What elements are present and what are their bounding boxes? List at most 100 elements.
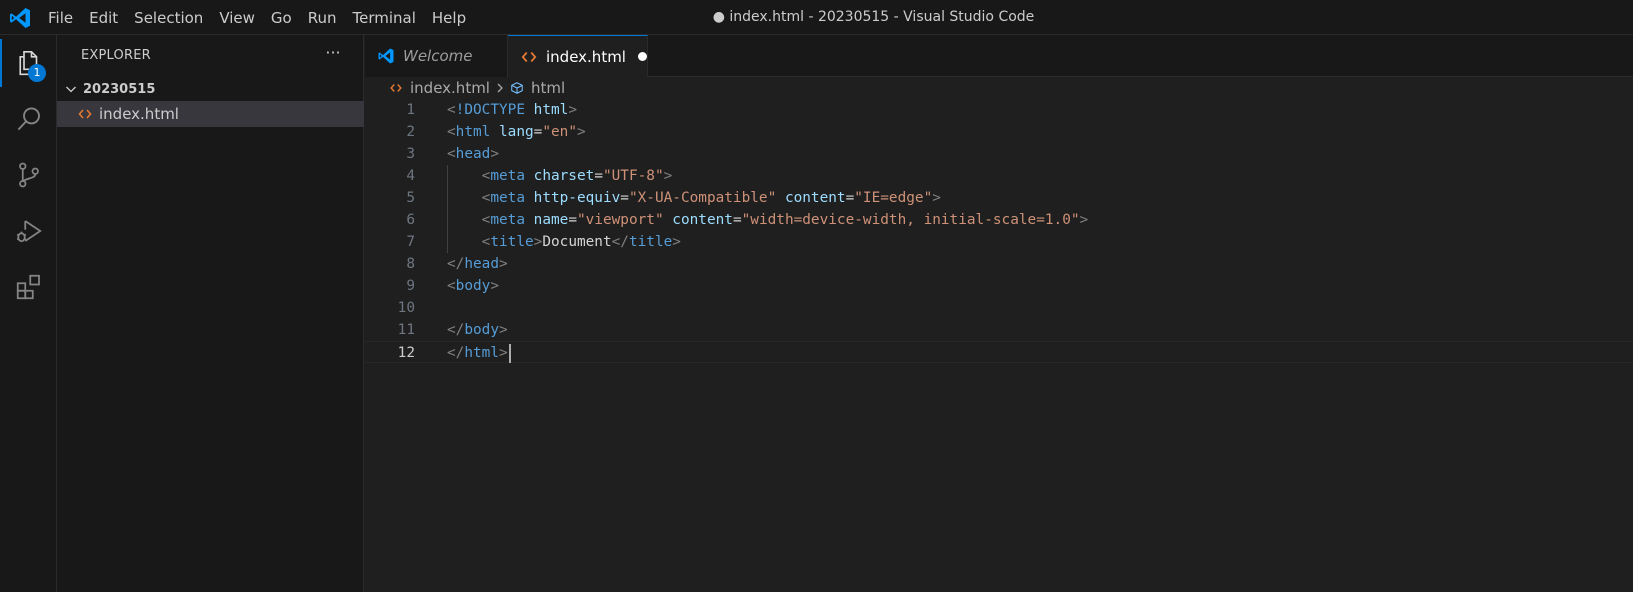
code-token: > xyxy=(576,124,586,140)
breadcrumb: index.html html xyxy=(365,77,1633,99)
activity-run-debug[interactable] xyxy=(0,203,57,259)
code-line[interactable]: 5 <meta http-equiv="X-UA-Compatible" con… xyxy=(365,187,1633,209)
code-token: </ xyxy=(447,322,465,338)
code-token: > xyxy=(663,168,673,184)
line-content: </html> xyxy=(447,342,511,364)
chevron-right-icon xyxy=(497,83,503,93)
menu-go[interactable]: Go xyxy=(263,6,300,30)
html-file-icon xyxy=(78,109,92,119)
code-token: "viewport" xyxy=(576,212,664,228)
folder-name: 20230515 xyxy=(83,81,156,97)
code-line[interactable]: 2 <html lang="en"> xyxy=(365,121,1633,143)
code-line[interactable]: 6 <meta name="viewport" content="width=d… xyxy=(365,209,1633,231)
breadcrumb-file[interactable]: index.html xyxy=(410,79,490,97)
code-token: </ xyxy=(447,345,465,361)
code-token: body xyxy=(464,322,499,338)
code-token: "width=device-width, initial-scale=1.0" xyxy=(741,212,1080,228)
activity-source-control[interactable] xyxy=(0,147,57,203)
code-token: > xyxy=(932,190,941,206)
menu-bar: File Edit Selection View Go Run Terminal… xyxy=(40,0,474,35)
code-token: > xyxy=(498,256,508,272)
code-token: "en" xyxy=(542,124,577,140)
html-file-icon xyxy=(521,51,537,62)
line-number: 4 xyxy=(406,168,415,184)
code-token: </ xyxy=(447,256,465,272)
line-content: </body> xyxy=(447,319,508,341)
code-token: meta xyxy=(490,212,525,228)
activity-explorer[interactable]: 1 xyxy=(0,35,57,91)
activity-extensions[interactable] xyxy=(0,259,57,315)
code-token: name xyxy=(533,212,569,228)
vscode-logo-icon xyxy=(378,48,394,64)
code-token: "X-UA-Compatible" xyxy=(628,190,777,206)
code-line[interactable]: 4 <meta charset="UTF-8"> xyxy=(365,165,1633,187)
line-content: <head> xyxy=(447,143,499,165)
code-token: "UTF-8" xyxy=(602,168,664,184)
tab-index-html[interactable]: index.html xyxy=(508,35,648,77)
menu-run[interactable]: Run xyxy=(300,6,345,30)
code-line[interactable]: 12 </html> xyxy=(365,341,1633,363)
code-editor[interactable]: 1 <!DOCTYPE html> 2 <html lang="en"> 3 <head>… xyxy=(365,99,1633,592)
code-token: > xyxy=(498,322,508,338)
line-number: 1 xyxy=(406,102,415,118)
text-cursor xyxy=(508,343,511,363)
line-content: <meta name="viewport" content="width=dev… xyxy=(447,209,1089,231)
line-content: <title>Document</title> xyxy=(447,231,681,253)
line-number: 8 xyxy=(406,256,415,272)
code-token: = xyxy=(732,212,742,228)
tab-welcome[interactable]: Welcome xyxy=(365,35,508,77)
code-token: > xyxy=(568,102,577,118)
breadcrumb-symbol[interactable]: html xyxy=(531,79,565,97)
extensions-icon xyxy=(16,274,40,300)
line-number: 7 xyxy=(406,234,415,250)
explorer-sidebar: EXPLORER ··· 20230515 index.html xyxy=(57,35,364,592)
code-line[interactable]: 1 <!DOCTYPE html> xyxy=(365,99,1633,121)
code-token: = xyxy=(568,212,577,228)
html-file-icon xyxy=(390,84,402,92)
menu-file[interactable]: File xyxy=(40,6,81,30)
code-token: Document xyxy=(542,234,612,250)
activity-search[interactable] xyxy=(0,91,57,147)
menu-selection[interactable]: Selection xyxy=(126,6,211,30)
line-number: 2 xyxy=(406,124,415,140)
line-number: 6 xyxy=(406,212,415,228)
menu-terminal[interactable]: Terminal xyxy=(345,6,424,30)
code-token: </ xyxy=(611,234,629,250)
file-row-index-html[interactable]: index.html xyxy=(57,101,364,127)
chevron-down-icon xyxy=(66,86,76,93)
tab-label: Welcome xyxy=(403,47,473,65)
line-content: <meta charset="UTF-8"> xyxy=(447,165,673,187)
menu-view[interactable]: View xyxy=(211,6,263,30)
editor-area: Welcome index.html index.html html 1 <!DO… xyxy=(365,35,1633,592)
code-line[interactable]: 7 <title>Document</title> xyxy=(365,231,1633,253)
line-number: 11 xyxy=(397,322,415,338)
code-line[interactable]: 10 xyxy=(365,297,1633,319)
code-token: meta xyxy=(490,168,525,184)
source-control-icon xyxy=(18,162,39,188)
vscode-logo-icon[interactable] xyxy=(8,6,32,30)
code-token: > xyxy=(672,234,681,250)
menu-edit[interactable]: Edit xyxy=(81,6,126,30)
menu-help[interactable]: Help xyxy=(424,6,474,30)
unsaved-dot-icon[interactable] xyxy=(637,52,647,61)
code-token: = xyxy=(594,168,603,184)
more-actions-button[interactable]: ··· xyxy=(321,43,345,67)
folder-row[interactable]: 20230515 xyxy=(57,78,364,100)
code-token: > xyxy=(490,278,499,294)
tab-label: index.html xyxy=(546,47,626,66)
code-line[interactable]: 9 <body> xyxy=(365,275,1633,297)
code-line[interactable]: 11 </body> xyxy=(365,319,1633,341)
title-bar: File Edit Selection View Go Run Terminal… xyxy=(0,0,1633,35)
code-line[interactable]: 8 </head> xyxy=(365,253,1633,275)
code-token: !DOCTYPE xyxy=(455,102,525,118)
code-token: < xyxy=(447,102,456,118)
line-content: <html lang="en"> xyxy=(447,121,586,143)
code-line[interactable]: 3 <head> xyxy=(365,143,1633,165)
code-token: head xyxy=(464,256,499,272)
code-token: title xyxy=(490,234,534,250)
sidebar-title: EXPLORER xyxy=(81,48,151,63)
